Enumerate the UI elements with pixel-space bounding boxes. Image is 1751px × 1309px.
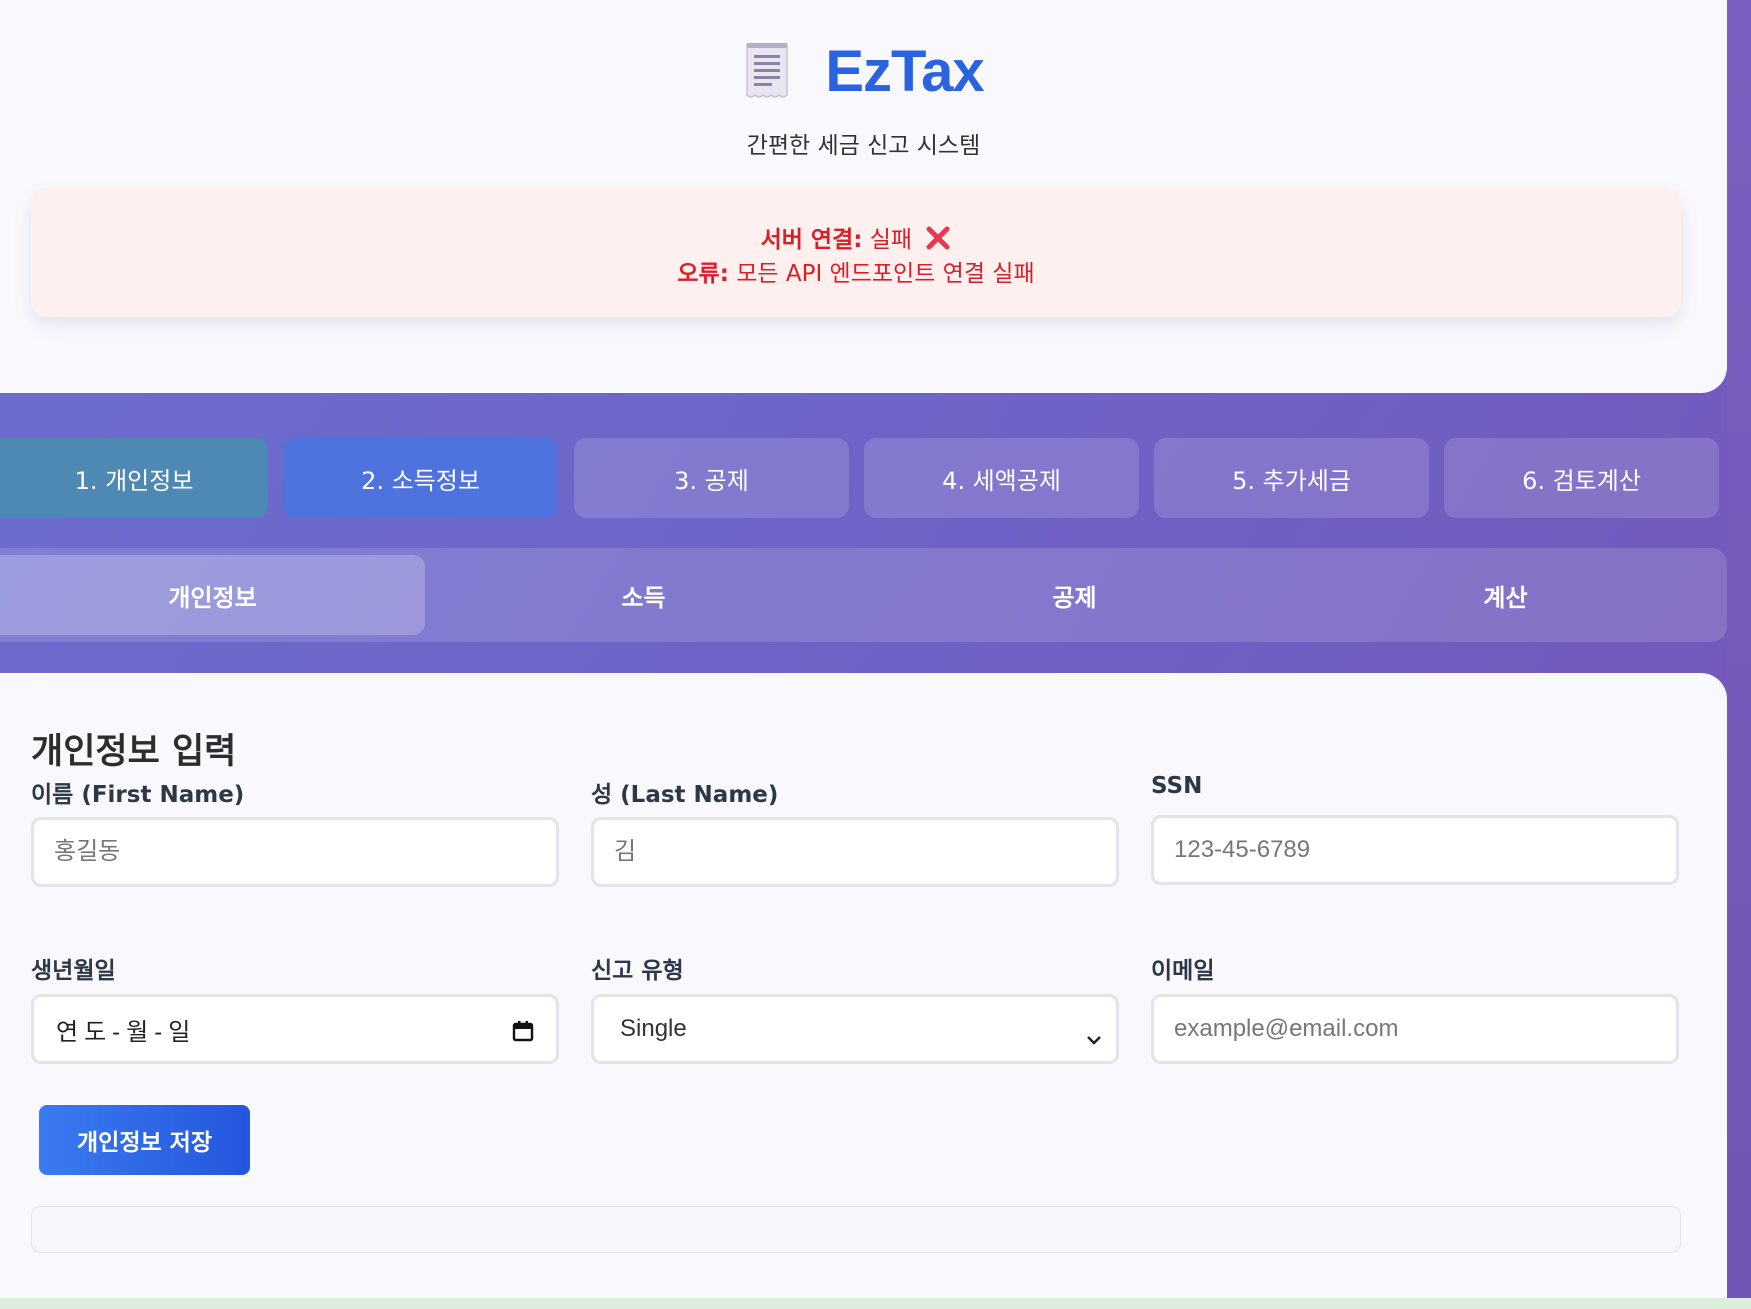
step-tab-deductions[interactable]: 3. 공제 [574,438,849,518]
step-tab-label: 2. 소득정보 [361,466,480,495]
receipt-icon [743,41,791,103]
filing-type-label: 신고 유형 [591,958,684,984]
step-tabs: 1. 개인정보 2. 소득정보 3. 공제 4. 세액공제 5. 추가세금 6.… [0,438,1751,518]
save-personal-info-button[interactable]: 개인정보 저장 [39,1105,250,1175]
tab-calculation[interactable]: 계산 [1293,555,1718,635]
result-panel [31,1206,1681,1253]
bottom-strip [0,1298,1751,1309]
brand-title: EzTax [825,39,984,104]
tab-label: 공제 [1052,583,1097,612]
server-status-alert: 서버 연결: 실패 오류: 모든 API 엔드포인트 연결 실패 [31,188,1681,317]
birthdate-field[interactable]: 연도-월-일 [31,994,559,1064]
chevron-down-icon [1086,1025,1102,1045]
ssn-input[interactable] [1174,836,1656,864]
ssn-label: SSN [1151,773,1203,799]
error-label: 오류: [677,261,729,287]
tab-label: 개인정보 [168,583,257,612]
last-name-field[interactable] [591,817,1119,887]
step-tab-label: 6. 검토계산 [1522,466,1641,495]
step-tab-label: 5. 추가세금 [1232,466,1351,495]
email-input[interactable] [1174,1015,1656,1043]
step-tab-label: 3. 공제 [674,466,749,495]
section-tabs: 개인정보 소득 공제 계산 [0,548,1727,642]
filing-type-value: Single [620,1015,687,1042]
first-name-label: 이름 (First Name) [31,782,245,808]
last-name-label: 성 (Last Name) [591,782,779,808]
server-status-label: 서버 연결: [760,227,863,253]
birthdate-label: 생년월일 [31,958,116,984]
email-label: 이메일 [1151,958,1215,984]
first-name-field[interactable] [31,817,559,887]
background-edge [1727,0,1751,1309]
first-name-input[interactable] [54,838,536,866]
subtitle: 간편한 세금 신고 시스템 [746,133,981,159]
step-tab-label: 1. 개인정보 [74,466,194,495]
calendar-icon[interactable] [512,1020,534,1042]
cross-mark-icon [925,225,951,251]
last-name-input[interactable] [614,838,1096,866]
tab-label: 계산 [1483,583,1528,612]
step-tab-tax-credits[interactable]: 4. 세액공제 [864,438,1139,518]
tab-label: 소득 [621,583,666,612]
email-field[interactable] [1151,994,1679,1064]
server-status-value: 실패 [869,227,913,253]
tab-income[interactable]: 소득 [431,555,856,635]
step-tab-additional-tax[interactable]: 5. 추가세금 [1154,438,1429,518]
personal-info-form: 개인정보 입력 이름 (First Name) 성 (Last Name) SS… [0,673,1727,1309]
brand: EzTax [0,38,1727,105]
birthdate-value: 연도-월-일 [56,1018,197,1046]
error-message: 모든 API 엔드포인트 연결 실패 [736,261,1035,287]
step-tab-income-info[interactable]: 2. 소득정보 [283,438,558,518]
ssn-field[interactable] [1151,815,1679,885]
tab-deductions[interactable]: 공제 [862,555,1287,635]
step-tab-label: 4. 세액공제 [942,466,1061,495]
form-title: 개인정보 입력 [31,732,237,772]
header-card: EzTax 간편한 세금 신고 시스템 서버 연결: 실패 오류: 모든 API… [0,0,1727,393]
tab-personal-info[interactable]: 개인정보 [0,555,425,635]
step-tab-personal-info[interactable]: 1. 개인정보 [0,438,268,518]
step-tab-review-calc[interactable]: 6. 검토계산 [1444,438,1719,518]
server-status-line: 서버 연결: 실패 [31,220,1681,254]
error-line: 오류: 모든 API 엔드포인트 연결 실패 [31,254,1681,288]
filing-type-select[interactable]: Single [591,994,1119,1064]
